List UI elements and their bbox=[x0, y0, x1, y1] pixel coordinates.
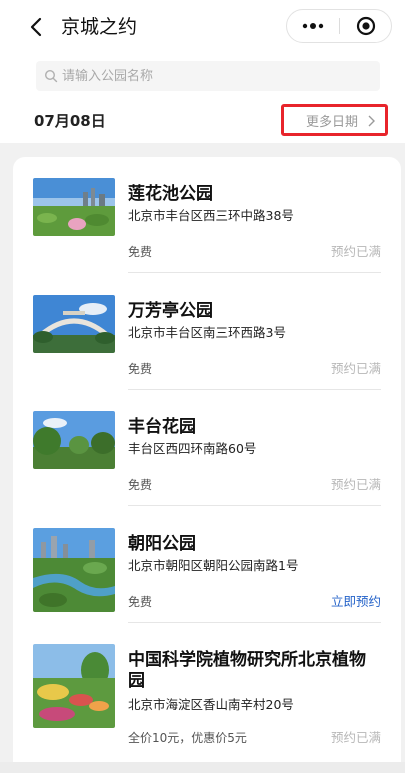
more-dates-label: 更多日期 bbox=[306, 114, 359, 130]
mini-program-capsule bbox=[286, 9, 392, 43]
park-card[interactable]: 中国科学院植物研究所北京植物园 北京市海淀区香山南辛村20号 全价10元，优惠价… bbox=[33, 644, 381, 760]
chevron-right-icon bbox=[368, 115, 375, 127]
park-list: 莲花池公园 北京市丰台区西三环中路38号 免费 预约已满 万芳亭公园 北京市丰台… bbox=[13, 157, 401, 762]
booking-status: 预约已满 bbox=[330, 361, 381, 376]
park-photo bbox=[33, 528, 115, 612]
park-address: 北京市朝阳区朝阳公园南路1号 bbox=[128, 558, 299, 573]
park-address: 丰台区西四环南路60号 bbox=[128, 441, 257, 456]
card-divider bbox=[128, 272, 381, 273]
park-photo bbox=[33, 644, 115, 728]
park-price: 免费 bbox=[128, 362, 153, 376]
search-icon bbox=[44, 69, 58, 83]
park-address: 北京市丰台区西三环中路38号 bbox=[128, 208, 294, 223]
park-address: 北京市海淀区香山南辛村20号 bbox=[128, 697, 294, 712]
park-name: 万芳亭公园 bbox=[128, 301, 213, 321]
card-divider bbox=[128, 505, 381, 506]
page-title: 京城之约 bbox=[61, 16, 138, 38]
park-address: 北京市丰台区南三环西路3号 bbox=[128, 325, 286, 340]
booking-status: 预约已满 bbox=[330, 477, 381, 492]
park-price: 免费 bbox=[128, 595, 153, 609]
park-card[interactable]: 莲花池公园 北京市丰台区西三环中路38号 免费 预约已满 bbox=[33, 178, 381, 294]
card-divider bbox=[128, 622, 381, 623]
more-dots-icon bbox=[302, 23, 324, 29]
nav-bar: 京城之约 bbox=[0, 0, 405, 56]
book-now-link[interactable]: 立即预约 bbox=[331, 593, 381, 611]
more-button[interactable] bbox=[287, 10, 339, 42]
booking-status: 预约已满 bbox=[330, 730, 381, 745]
park-photo bbox=[33, 411, 115, 469]
park-name: 莲花池公园 bbox=[128, 184, 213, 204]
park-card[interactable]: 万芳亭公园 北京市丰台区南三环西路3号 免费 预约已满 bbox=[33, 295, 381, 411]
park-price: 全价10元，优惠价5元 bbox=[128, 731, 247, 745]
booking-status: 预约已满 bbox=[330, 244, 381, 259]
search-input[interactable] bbox=[62, 61, 372, 91]
park-name: 中国科学院植物研究所北京植物园 bbox=[128, 650, 366, 691]
park-price: 免费 bbox=[128, 245, 153, 259]
more-dates-button[interactable]: 更多日期 bbox=[281, 104, 388, 136]
park-photo bbox=[33, 178, 115, 236]
park-price: 免费 bbox=[128, 478, 153, 492]
chevron-left-icon[interactable] bbox=[26, 16, 48, 38]
bottom-edge bbox=[0, 762, 405, 773]
park-name: 丰台花园 bbox=[128, 417, 196, 437]
park-card[interactable]: 朝阳公园 北京市朝阳区朝阳公园南路1号 免费 立即预约 bbox=[33, 528, 381, 644]
current-date: 07月08日 bbox=[34, 112, 106, 130]
header-area: 京城之约 07月08日 更多日 bbox=[0, 0, 405, 143]
search-bar[interactable] bbox=[36, 61, 380, 91]
card-divider bbox=[128, 389, 381, 390]
park-name: 朝阳公园 bbox=[128, 534, 196, 554]
park-card[interactable]: 丰台花园 丰台区西四环南路60号 免费 预约已满 bbox=[33, 411, 381, 527]
close-button[interactable] bbox=[340, 10, 392, 42]
park-photo bbox=[33, 295, 115, 353]
target-circle-icon bbox=[356, 16, 376, 36]
